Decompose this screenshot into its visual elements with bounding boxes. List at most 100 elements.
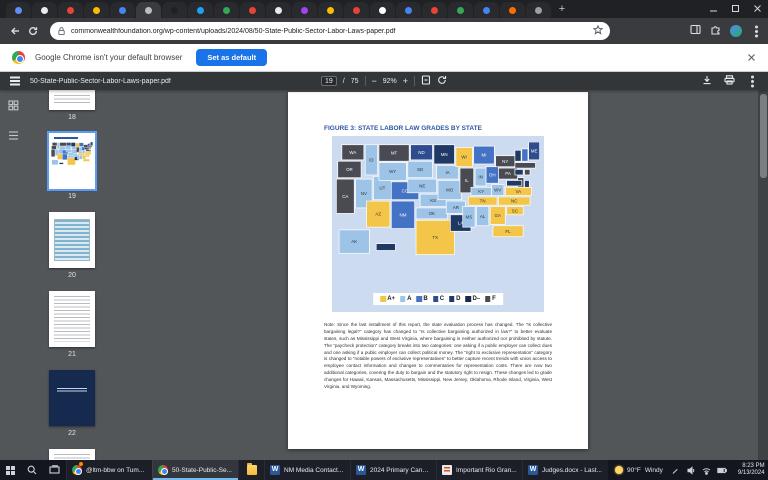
- state-mo: [72, 150, 77, 154]
- set-as-default-button[interactable]: Set as default: [196, 49, 267, 66]
- state-hi: [376, 244, 395, 251]
- pdf-content-area: 181920212223 FIGURE 3: STATE LABOR LAW G…: [0, 90, 768, 460]
- vertical-scrollbar[interactable]: [758, 90, 768, 460]
- banner-close-button[interactable]: [747, 49, 756, 67]
- browser-tab[interactable]: [162, 2, 187, 18]
- volume-icon[interactable]: [687, 466, 696, 475]
- reload-button[interactable]: [24, 22, 42, 40]
- maximize-icon: [731, 4, 740, 13]
- state-label-in: IN: [478, 175, 482, 180]
- taskbar-app-ltm-bbw-on-tum[interactable]: @ltm-bbw on Tum...: [66, 460, 152, 480]
- taskbar-app-label: 50-State-Public-Se...: [172, 467, 232, 474]
- rotate-button[interactable]: [437, 75, 447, 87]
- tab-favicon: [223, 7, 230, 14]
- browser-tab[interactable]: [370, 2, 395, 18]
- browser-tab[interactable]: [188, 2, 213, 18]
- browser-tab[interactable]: [136, 2, 161, 18]
- page-thumbnail-22[interactable]: [49, 370, 95, 426]
- thumbnails-view-button[interactable]: [8, 98, 19, 116]
- task-view-button[interactable]: [43, 460, 66, 480]
- taskbar-app-nm-media-contact[interactable]: NM Media Contact...: [264, 460, 350, 480]
- close-button[interactable]: [746, 0, 768, 16]
- maximize-button[interactable]: [724, 0, 746, 16]
- fit-page-button[interactable]: [421, 75, 431, 87]
- pdf-page-19: FIGURE 3: STATE LABOR LAW GRADES BY STAT…: [288, 92, 588, 449]
- browser-tab[interactable]: [292, 2, 317, 18]
- start-button[interactable]: [0, 460, 21, 480]
- taskbar-app-important-rio-gran[interactable]: Important Rio Gran...: [436, 460, 522, 480]
- thumbnail-map-preview: [51, 142, 93, 168]
- browser-tab[interactable]: [344, 2, 369, 18]
- browser-tab[interactable]: [396, 2, 421, 18]
- print-button[interactable]: [724, 72, 735, 90]
- state-md: [507, 180, 522, 185]
- browser-tab[interactable]: [422, 2, 447, 18]
- browser-tab[interactable]: [32, 2, 57, 18]
- search-button[interactable]: [21, 460, 43, 480]
- browser-tab[interactable]: [240, 2, 265, 18]
- taskbar-app-label: NM Media Contact...: [284, 467, 343, 474]
- browser-tab[interactable]: [58, 2, 83, 18]
- thumbnail-page-number: 21: [68, 351, 76, 358]
- taskbar-app-judges-docx-last[interactable]: Judges.docx - Last...: [522, 460, 608, 480]
- pdf-menu-icon[interactable]: [10, 80, 20, 81]
- address-bar[interactable]: commonwealthfoundation.org/wp-content/up…: [50, 22, 610, 40]
- state-label-ar: AR: [453, 205, 460, 210]
- browser-tab[interactable]: [448, 2, 473, 18]
- state-vt: [88, 144, 89, 146]
- outline-view-button[interactable]: [8, 128, 19, 146]
- taskbar-clock[interactable]: 8:23 PM 9/13/2024: [731, 460, 768, 480]
- network-icon[interactable]: [702, 466, 711, 475]
- state-label-wi: WI: [461, 155, 466, 160]
- browser-menu-button[interactable]: [755, 30, 758, 33]
- divider: [414, 76, 415, 86]
- download-button[interactable]: [702, 72, 712, 90]
- state-hi: [59, 163, 63, 164]
- battery-icon[interactable]: [717, 466, 727, 475]
- page-thumbnail-20[interactable]: [49, 212, 95, 268]
- tab-favicon: [431, 7, 438, 14]
- browser-tab[interactable]: [6, 2, 31, 18]
- state-label-me: ME: [531, 149, 538, 154]
- tray-expand-icon[interactable]: [672, 469, 677, 474]
- taskbar-app-folder[interactable]: [238, 460, 264, 480]
- rotate-icon: [437, 75, 447, 85]
- page-thumbnail-19[interactable]: [49, 133, 95, 189]
- browser-tab[interactable]: [84, 2, 109, 18]
- taskbar-app-2024-primary-candi[interactable]: 2024 Primary Candi...: [350, 460, 436, 480]
- profile-avatar[interactable]: [730, 25, 742, 37]
- tab-favicon: [119, 7, 126, 14]
- taskbar-app-50-state-public-se[interactable]: 50-State-Public-Se...: [152, 460, 238, 480]
- close-icon: [753, 4, 762, 13]
- scrollbar-thumb[interactable]: [760, 94, 767, 178]
- tab-favicon: [379, 7, 386, 14]
- browser-tab[interactable]: [500, 2, 525, 18]
- reload-icon: [28, 26, 38, 36]
- browser-tab[interactable]: [214, 2, 239, 18]
- zoom-level[interactable]: 92%: [383, 78, 397, 85]
- legend-swatch: [380, 296, 386, 302]
- page-thumbnail-21[interactable]: [49, 291, 95, 347]
- browser-tab[interactable]: [526, 2, 551, 18]
- page-thumbnail-23[interactable]: [49, 449, 95, 460]
- weather-widget[interactable]: 90°F Windy: [608, 460, 670, 480]
- browser-tab[interactable]: [110, 2, 135, 18]
- state-vt: [515, 150, 521, 161]
- back-button[interactable]: [6, 22, 24, 40]
- browser-tab[interactable]: [266, 2, 291, 18]
- zoom-in-button[interactable]: +: [403, 76, 408, 86]
- browser-tab[interactable]: [318, 2, 343, 18]
- browser-tab[interactable]: [474, 2, 499, 18]
- pdf-more-button[interactable]: [751, 80, 754, 83]
- new-tab-button[interactable]: +: [555, 3, 569, 17]
- page-number-input[interactable]: 19: [321, 76, 337, 86]
- minimize-button[interactable]: [702, 0, 724, 16]
- zoom-out-button[interactable]: −: [372, 76, 377, 86]
- bookmark-star-button[interactable]: [593, 22, 603, 40]
- divider: [365, 76, 366, 86]
- windows-taskbar: @ltm-bbw on Tum... 50-State-Public-Se... N…: [0, 460, 768, 480]
- thumbnail-cover-preview: [57, 388, 87, 393]
- extensions-button[interactable]: [710, 22, 721, 40]
- side-panel-button[interactable]: [690, 22, 701, 40]
- page-thumbnail-18[interactable]: [49, 90, 95, 110]
